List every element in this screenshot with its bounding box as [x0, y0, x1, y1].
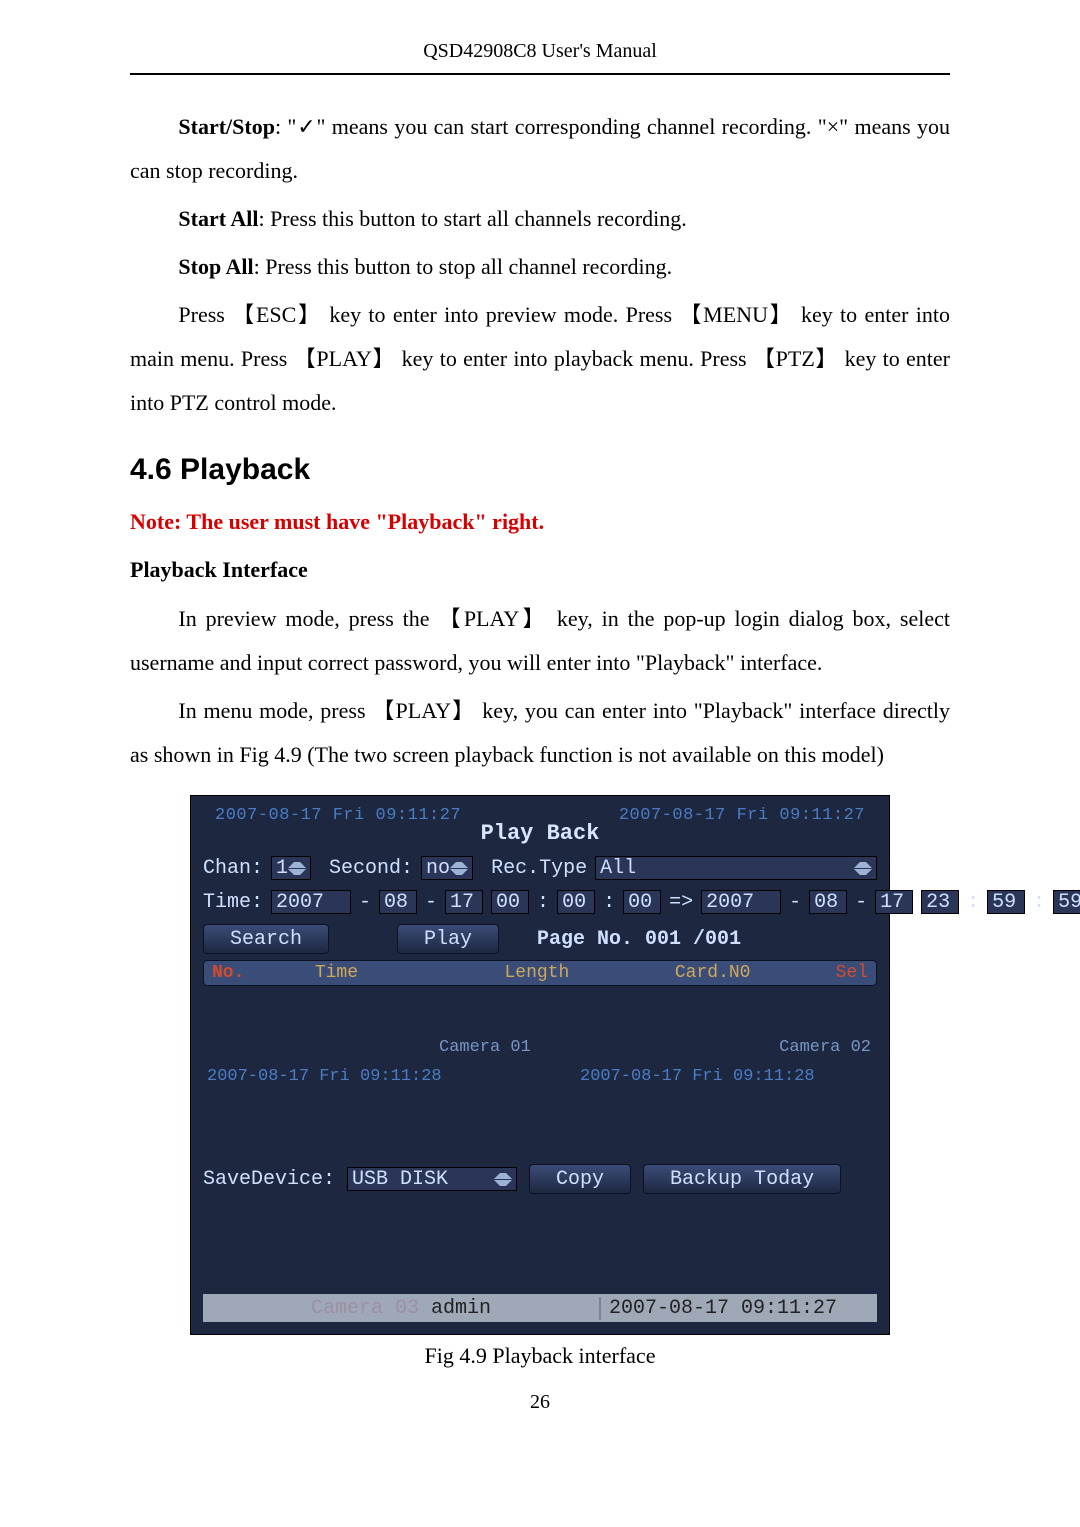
second-value: no [426, 857, 450, 880]
dvr-screen: 2007-08-17 Fri 09:11:27 2007-08-17 Fri 0… [190, 795, 890, 1335]
time-start-day[interactable]: 17 [445, 890, 483, 914]
paragraph-menu-mode: In menu mode, press 【PLAY】 key, you can … [130, 689, 950, 777]
time-start-sec[interactable]: 00 [623, 890, 661, 914]
col-length: Length [497, 961, 667, 985]
col-card: Card.N0 [667, 961, 828, 985]
time-label: Time: [203, 891, 263, 914]
time-end-day[interactable]: 17 [875, 890, 913, 914]
chan-select[interactable]: 1 [271, 856, 311, 880]
camera-01-label: Camera 01 [439, 1038, 531, 1057]
col-sel: Sel [828, 961, 876, 985]
timestamp-top-right: 2007-08-17 Fri 09:11:27 [619, 806, 865, 825]
rec-type-select[interactable]: All [595, 856, 877, 880]
text-stop-all: : Press this button to stop all channel … [254, 254, 673, 279]
backup-today-button[interactable]: Backup Today [643, 1164, 841, 1194]
col-no: No. [204, 961, 307, 985]
time-start-month[interactable]: 08 [379, 890, 417, 914]
rec-type-label: Rec.Type [491, 857, 587, 880]
copy-button[interactable]: Copy [529, 1164, 631, 1194]
play-button[interactable]: Play [397, 924, 499, 954]
results-table-header: No. Time Length Card.N0 Sel [203, 960, 877, 986]
status-camera-faint: Camera 03 [311, 1297, 419, 1320]
spinner-icon[interactable] [854, 859, 872, 877]
second-select[interactable]: no [421, 856, 473, 880]
save-device-label: SaveDevice: [203, 1168, 335, 1191]
spinner-icon[interactable] [450, 859, 468, 877]
spinner-icon[interactable] [494, 1170, 512, 1188]
save-device-select[interactable]: USB DISK [347, 1167, 517, 1191]
timestamp-top-left: 2007-08-17 Fri 09:11:27 [215, 806, 461, 825]
timestamp-mid-right: 2007-08-17 Fri 09:11:28 [580, 1067, 815, 1086]
rec-type-value: All [600, 857, 636, 880]
search-button[interactable]: Search [203, 924, 329, 954]
text-start-all: : Press this button to start all channel… [258, 206, 686, 231]
timestamp-mid-left: 2007-08-17 Fri 09:11:28 [207, 1067, 442, 1086]
label-stop-all: Stop All [178, 254, 253, 279]
chan-label: Chan: [203, 857, 263, 880]
page-number: 26 [130, 1391, 950, 1414]
status-user: admin [431, 1297, 491, 1320]
paragraph-start-all: Start All: Press this button to start al… [130, 197, 950, 241]
paragraph-start-stop: Start/Stop: "✓" means you can start corr… [130, 105, 950, 193]
status-bar: Camera 03 admin 2007-08-17 09:11:27 [203, 1294, 877, 1322]
spinner-icon[interactable] [288, 859, 306, 877]
paragraph-preview-mode: In preview mode, press the 【PLAY】 key, i… [130, 597, 950, 685]
time-end-month[interactable]: 08 [809, 890, 847, 914]
doc-header: QSD42908C8 User's Manual [130, 40, 950, 63]
figure-caption: Fig 4.9 Playback interface [190, 1343, 890, 1369]
time-start-year[interactable]: 2007 [271, 890, 351, 914]
paragraph-stop-all: Stop All: Press this button to stop all … [130, 245, 950, 289]
time-end-hour[interactable]: 23 [921, 890, 959, 914]
time-end-sec[interactable]: 59 [1053, 890, 1080, 914]
section-heading-playback: 4.6 Playback [130, 453, 950, 487]
time-end-year[interactable]: 2007 [701, 890, 781, 914]
chan-value: 1 [276, 857, 288, 880]
label-start-all: Start All [178, 206, 258, 231]
header-rule [130, 73, 950, 75]
paragraph-keys: Press 【ESC】 key to enter into preview mo… [130, 293, 950, 425]
time-start-hour[interactable]: 00 [491, 890, 529, 914]
status-timestamp: 2007-08-17 09:11:27 [599, 1297, 877, 1320]
note-playback-right: Note: The user must have "Playback" righ… [130, 509, 950, 535]
time-end-min[interactable]: 59 [987, 890, 1025, 914]
second-label: Second: [329, 857, 413, 880]
figure-playback-screenshot: 2007-08-17 Fri 09:11:27 2007-08-17 Fri 0… [190, 795, 890, 1369]
camera-02-label: Camera 02 [779, 1038, 871, 1057]
page-no: Page No. 001 /001 [537, 928, 741, 951]
subhead-playback-interface: Playback Interface [130, 557, 950, 583]
time-start-min[interactable]: 00 [557, 890, 595, 914]
label-start-stop: Start/Stop [178, 114, 275, 139]
col-time: Time [307, 961, 497, 985]
save-device-value: USB DISK [352, 1168, 448, 1191]
